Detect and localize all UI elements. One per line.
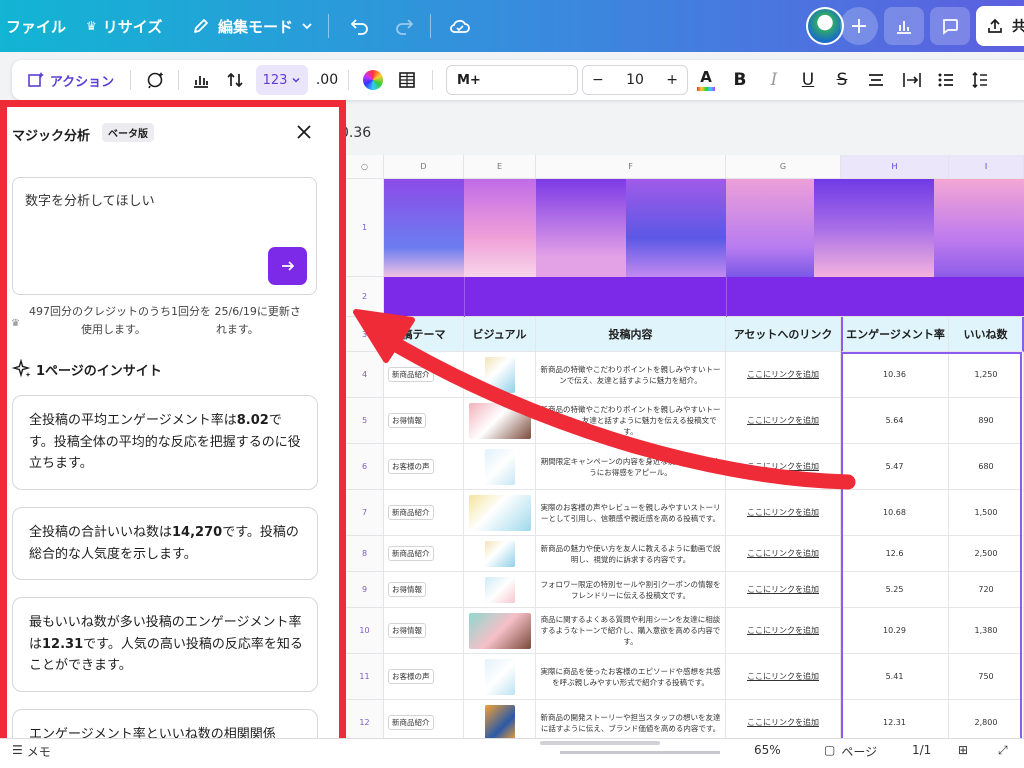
status-bar: ☰ メモ 65% ▢ ページ 1/1 ⊞ ⤢ (0, 738, 1024, 768)
magic-analysis-panel: マジック分析 ベータ版 数字を分析してほしい ♛ 497回分のクレジットのうち1… (0, 100, 346, 768)
fullscreen-icon[interactable]: ⤢ (998, 743, 1008, 758)
sparkle-icon (12, 359, 31, 378)
query-text[interactable]: 数字を分析してほしい (25, 190, 155, 209)
crown-icon: ♛ (11, 318, 20, 329)
page-icon: ▢ (824, 743, 836, 757)
insight-value: 8.02 (236, 413, 269, 428)
arrow-right-icon (281, 261, 294, 271)
pages-button[interactable]: ▢ ページ (824, 743, 877, 760)
page-count: 1/1 (912, 743, 932, 757)
credit-line-2: 使用します。 れます。 (81, 323, 259, 336)
insight-card[interactable]: 全投稿の平均エンゲージメント率は8.02です。投稿全体の平均的な反応を把握するの… (12, 395, 318, 490)
insight-value: 14,270 (172, 525, 223, 540)
zoom-level[interactable]: 65% (754, 743, 781, 757)
insights-heading: 1ページのインサイト (12, 359, 162, 379)
pages-label: ページ (841, 745, 878, 759)
insight-text: 全投稿の平均エンゲージメント率は (29, 413, 237, 428)
insights-heading-label: 1ページのインサイト (36, 363, 162, 379)
insight-card[interactable]: 全投稿の合計いいね数は14,270です。投稿の総合的な人気度を示します。 (12, 507, 318, 580)
query-input[interactable]: 数字を分析してほしい (12, 177, 317, 295)
zoom-slider[interactable] (560, 751, 720, 754)
insight-card[interactable]: 最もいいね数が多い投稿のエンゲージメント率は12.31です。人気の高い投稿の反応… (12, 597, 318, 692)
notes-icon: ☰ (12, 743, 23, 757)
grid-view-icon[interactable]: ⊞ (958, 743, 968, 757)
credit-line-1: 497回分のクレジットのうち1回分を 25/6/19に更新さ (29, 305, 301, 318)
scroll-track[interactable] (540, 741, 660, 745)
beta-badge: ベータ版 (102, 123, 154, 142)
panel-title: マジック分析 (12, 129, 91, 144)
insight-value: 12.31 (42, 636, 84, 652)
notes-label: メモ (26, 745, 51, 759)
close-icon[interactable] (295, 123, 313, 145)
submit-button[interactable] (268, 247, 307, 285)
notes-button[interactable]: ☰ メモ (12, 743, 51, 760)
insight-text: 全投稿の合計いいね数は (29, 525, 173, 540)
